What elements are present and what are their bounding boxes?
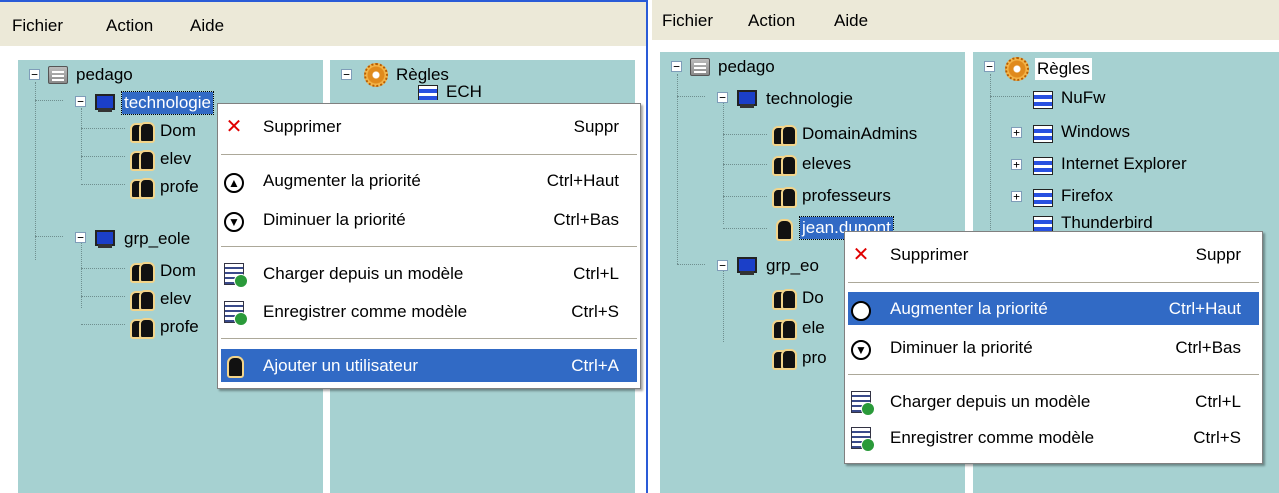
load-template-icon — [223, 263, 248, 288]
users-icon — [772, 348, 797, 370]
context-menu: ✕ Supprimer Suppr ▲ Augmenter la priorit… — [844, 231, 1263, 464]
delete-x-icon: ✕ — [225, 116, 243, 138]
tree-node-rule[interactable]: Windows — [1031, 118, 1132, 146]
collapse-toggle[interactable]: − — [341, 69, 352, 80]
collapse-toggle[interactable]: − — [75, 232, 86, 243]
menu-item-augmenter-priorite[interactable]: ▲ Augmenter la priorité Ctrl+Haut — [848, 292, 1259, 325]
menu-item-enregistrer-modele[interactable]: Enregistrer comme modèle Ctrl+S — [848, 421, 1259, 454]
arrow-down-circle-icon: ▼ — [850, 337, 872, 360]
menubar: Fichier Action Aide — [652, 0, 1279, 40]
menu-aide[interactable]: Aide — [834, 11, 868, 31]
menu-action[interactable]: Action — [748, 11, 795, 31]
collapse-toggle[interactable]: − — [984, 61, 995, 72]
user-icon — [772, 218, 794, 241]
tree-node-rule[interactable]: ECH — [416, 84, 484, 100]
menu-item-supprimer[interactable]: ✕ Supprimer Suppr — [221, 110, 637, 143]
tree-node-grp-eole[interactable]: grp_eole — [94, 225, 192, 253]
save-template-icon — [850, 427, 875, 452]
gear-icon — [364, 63, 388, 87]
expand-toggle[interactable]: + — [1011, 127, 1022, 138]
gear-icon — [1005, 57, 1029, 81]
context-menu: ✕ Supprimer Suppr ▲ Augmenter la priorit… — [217, 103, 641, 389]
menu-fichier[interactable]: Fichier — [662, 11, 713, 31]
users-icon — [130, 121, 155, 143]
tree-node-user-group[interactable]: profe — [130, 173, 201, 201]
collapse-toggle[interactable]: − — [671, 61, 682, 72]
menu-action[interactable]: Action — [106, 16, 153, 36]
menu-item-augmenter-priorite[interactable]: ▲ Augmenter la priorité Ctrl+Haut — [221, 164, 637, 197]
menu-fichier[interactable]: Fichier — [12, 16, 63, 36]
tree-node-technologie[interactable]: technologie — [94, 89, 214, 117]
arrow-up-circle-icon: ▲ — [223, 170, 245, 193]
rule-icon — [1031, 122, 1053, 143]
tree-node-user-group[interactable]: profe — [130, 313, 201, 341]
users-icon — [130, 317, 155, 339]
tree-node-technologie[interactable]: technologie — [736, 85, 855, 113]
rule-icon — [1031, 186, 1053, 207]
users-icon — [772, 154, 797, 176]
users-icon — [772, 318, 797, 340]
tree-node-user-group[interactable]: ele — [772, 314, 827, 342]
collapse-toggle[interactable]: − — [717, 260, 728, 271]
users-icon — [130, 261, 155, 283]
tree-node-rule[interactable]: NuFw — [1031, 84, 1107, 112]
tree-node-user-group[interactable]: eleves — [772, 150, 853, 178]
menu-item-charger-modele[interactable]: Charger depuis un modèle Ctrl+L — [848, 385, 1259, 418]
rule-icon — [1031, 214, 1053, 232]
tree-node-rule[interactable]: Thunderbird — [1031, 214, 1155, 232]
save-template-icon — [223, 301, 248, 326]
expand-toggle[interactable]: + — [1011, 191, 1022, 202]
delete-x-icon: ✕ — [852, 244, 870, 266]
tree-node-user-group[interactable]: professeurs — [772, 182, 893, 210]
rule-icon — [416, 84, 438, 100]
users-icon — [772, 124, 797, 146]
tree-node-grp-eole[interactable]: grp_eo — [736, 252, 821, 280]
computer-group-icon — [736, 89, 758, 109]
right-window: Fichier Action Aide − pedago − technolog… — [652, 0, 1279, 493]
tree-node-user-group[interactable]: elev — [130, 285, 193, 313]
tree-node-user-group[interactable]: Dom — [130, 117, 198, 145]
menu-item-diminuer-priorite[interactable]: ▼ Diminuer la priorité Ctrl+Bas — [848, 331, 1259, 364]
menu-item-ajouter-utilisateur[interactable]: Ajouter un utilisateur Ctrl+A — [221, 349, 637, 382]
tree-node-user-group[interactable]: elev — [130, 145, 193, 173]
arrow-up-circle-icon: ▲ — [850, 298, 872, 321]
tree-node-rule[interactable]: Internet Explorer — [1031, 150, 1189, 178]
tree-node-user-group[interactable]: Do — [772, 284, 826, 312]
rule-icon — [1031, 88, 1053, 109]
arrow-down-circle-icon: ▼ — [223, 209, 245, 232]
computer-group-icon — [94, 229, 116, 249]
left-window: Fichier Action Aide − pedago − technolog… — [0, 0, 648, 493]
computer-group-icon — [736, 256, 758, 276]
menu-aide[interactable]: Aide — [190, 16, 224, 36]
tree-node-pedago[interactable]: pedago — [48, 61, 135, 89]
expand-toggle[interactable]: + — [1011, 159, 1022, 170]
rule-icon — [1031, 154, 1053, 175]
menu-item-supprimer[interactable]: ✕ Supprimer Suppr — [848, 238, 1259, 271]
menu-item-diminuer-priorite[interactable]: ▼ Diminuer la priorité Ctrl+Bas — [221, 203, 637, 236]
server-icon — [690, 58, 710, 76]
users-icon — [130, 177, 155, 199]
tree-node-user-group[interactable]: Dom — [130, 257, 198, 285]
users-icon — [772, 288, 797, 310]
tree-node-regles[interactable]: Règles — [1005, 55, 1092, 83]
load-template-icon — [850, 391, 875, 416]
users-icon — [130, 149, 155, 171]
menu-item-enregistrer-modele[interactable]: Enregistrer comme modèle Ctrl+S — [221, 295, 637, 328]
collapse-toggle[interactable]: − — [29, 69, 40, 80]
menubar: Fichier Action Aide — [0, 2, 646, 46]
tree-node-user-group[interactable]: DomainAdmins — [772, 120, 919, 148]
menu-item-charger-modele[interactable]: Charger depuis un modèle Ctrl+L — [221, 257, 637, 290]
tree-node-pedago[interactable]: pedago — [690, 53, 777, 81]
add-user-icon — [223, 355, 245, 378]
collapse-toggle[interactable]: − — [75, 96, 86, 107]
users-icon — [130, 289, 155, 311]
computer-group-icon — [94, 93, 116, 113]
tree-node-rule[interactable]: Firefox — [1031, 182, 1115, 210]
server-icon — [48, 66, 68, 84]
tree-node-user-group[interactable]: pro — [772, 344, 829, 372]
collapse-toggle[interactable]: − — [717, 92, 728, 103]
users-icon — [772, 186, 797, 208]
